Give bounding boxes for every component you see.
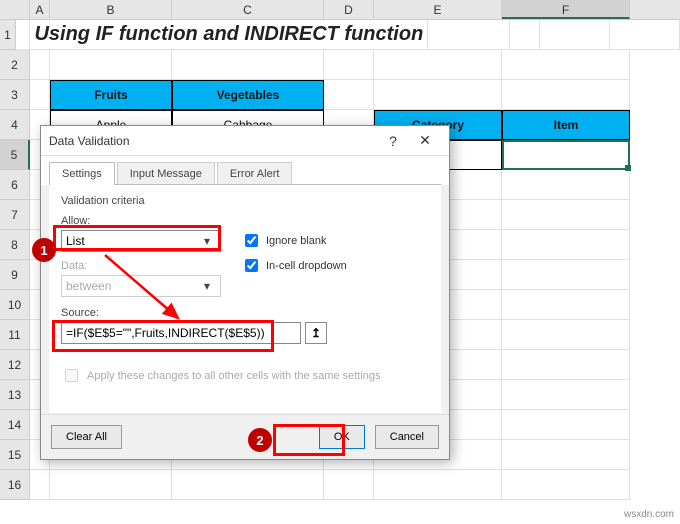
apply-all-checkbox <box>65 369 78 382</box>
cancel-button[interactable]: Cancel <box>375 425 439 449</box>
chevron-down-icon: ▾ <box>198 234 216 248</box>
cell-F15[interactable] <box>502 440 630 470</box>
cell-F11[interactable] <box>502 320 630 350</box>
col-header-F[interactable]: F <box>502 0 630 19</box>
cell-B16[interactable] <box>50 470 172 500</box>
data-value: between <box>66 279 111 293</box>
range-picker-icon[interactable]: ↥ <box>305 322 327 344</box>
cell-F10[interactable] <box>502 290 630 320</box>
cell-E2[interactable] <box>374 50 502 80</box>
row: 3 FruitsVegetables <box>0 80 680 110</box>
watermark: wsxdn.com <box>624 509 674 520</box>
annotation-marker-1: 1 <box>32 238 56 262</box>
close-icon[interactable]: ✕ <box>409 129 441 153</box>
row-header[interactable]: 6 <box>0 170 30 200</box>
cell-F2[interactable] <box>502 50 630 80</box>
cell-C16[interactable] <box>172 470 324 500</box>
dialog-title: Data Validation <box>49 134 377 148</box>
row-header[interactable]: 2 <box>0 50 30 80</box>
cell-F14[interactable] <box>502 410 630 440</box>
cell-F7[interactable] <box>502 200 630 230</box>
row: 1 Using IF function and INDIRECT function <box>0 20 680 50</box>
cell-C3[interactable]: Vegetables <box>172 80 324 110</box>
help-icon[interactable]: ? <box>377 129 409 153</box>
dialog-tabs: Settings Input Message Error Alert <box>41 156 449 185</box>
settings-panel: Validation criteria Allow: List ▾ Data: … <box>49 184 441 413</box>
cell-F6[interactable] <box>502 170 630 200</box>
cell-E3[interactable] <box>374 80 502 110</box>
cell-A16[interactable] <box>30 470 50 500</box>
row-header[interactable]: 4 <box>0 110 30 140</box>
row-header[interactable]: 10 <box>0 290 30 320</box>
row-header[interactable]: 8 <box>0 230 30 260</box>
row-header[interactable]: 14 <box>0 410 30 440</box>
dialog-titlebar[interactable]: Data Validation ? ✕ <box>41 126 449 156</box>
cell-A1[interactable] <box>16 20 31 50</box>
annotation-marker-2: 2 <box>248 428 272 452</box>
source-label: Source: <box>61 307 429 319</box>
cell-B1[interactable]: Using IF function and INDIRECT function <box>30 20 428 50</box>
row-header[interactable]: 12 <box>0 350 30 380</box>
row-header[interactable]: 15 <box>0 440 30 470</box>
data-label: Data: <box>61 260 221 272</box>
cell-F5[interactable] <box>502 140 630 170</box>
cell-B2[interactable] <box>50 50 172 80</box>
row: 16 <box>0 470 680 500</box>
row-header[interactable]: 11 <box>0 320 30 350</box>
cell-A3[interactable] <box>30 80 50 110</box>
cell-E1[interactable] <box>540 20 610 50</box>
col-header-B[interactable]: B <box>50 0 172 19</box>
select-all-corner[interactable] <box>0 0 30 19</box>
col-header-D[interactable]: D <box>324 0 374 19</box>
cell-D1[interactable] <box>510 20 540 50</box>
row-header[interactable]: 13 <box>0 380 30 410</box>
tab-error-alert[interactable]: Error Alert <box>217 162 293 185</box>
cell-D2[interactable] <box>324 50 374 80</box>
tab-input-message[interactable]: Input Message <box>117 162 215 185</box>
cell-E16[interactable] <box>374 470 502 500</box>
row: 2 <box>0 50 680 80</box>
chevron-down-icon: ▾ <box>198 279 216 293</box>
clear-all-button[interactable]: Clear All <box>51 425 122 449</box>
allow-label: Allow: <box>61 215 221 227</box>
source-input[interactable]: =IF($E$5="",Fruits,INDIRECT($E$5)) <box>61 322 301 344</box>
row-header[interactable]: 16 <box>0 470 30 500</box>
column-headers: A B C D E F <box>0 0 680 20</box>
col-header-E[interactable]: E <box>374 0 502 19</box>
cell-F1[interactable] <box>610 20 680 50</box>
cell-D16[interactable] <box>324 470 374 500</box>
allow-value: List <box>66 234 85 248</box>
cell-F13[interactable] <box>502 380 630 410</box>
tab-settings[interactable]: Settings <box>49 162 115 185</box>
ignore-blank-checkbox[interactable]: Ignore blank <box>241 231 347 250</box>
data-validation-dialog: Data Validation ? ✕ Settings Input Messa… <box>40 125 450 460</box>
dialog-buttons: Clear All OK Cancel <box>41 414 449 459</box>
ok-button[interactable]: OK <box>319 425 365 449</box>
incell-dropdown-checkbox[interactable]: In-cell dropdown <box>241 256 347 275</box>
cell-A2[interactable] <box>30 50 50 80</box>
cell-B3[interactable]: Fruits <box>50 80 172 110</box>
data-select: between ▾ <box>61 275 221 297</box>
row-header[interactable]: 9 <box>0 260 30 290</box>
col-header-A[interactable]: A <box>30 0 50 19</box>
criteria-label: Validation criteria <box>61 195 429 207</box>
cell-F16[interactable] <box>502 470 630 500</box>
cell-C2[interactable] <box>172 50 324 80</box>
row-header[interactable]: 3 <box>0 80 30 110</box>
cell-F3[interactable] <box>502 80 630 110</box>
col-header-C[interactable]: C <box>172 0 324 19</box>
cell-D3[interactable] <box>324 80 374 110</box>
cell-F9[interactable] <box>502 260 630 290</box>
row-header[interactable]: 5 <box>0 140 30 170</box>
cell-F8[interactable] <box>502 230 630 260</box>
allow-select[interactable]: List ▾ <box>61 230 221 252</box>
row-header[interactable]: 7 <box>0 200 30 230</box>
cell-C1[interactable] <box>428 20 510 50</box>
row-header[interactable]: 1 <box>0 20 16 50</box>
cell-F12[interactable] <box>502 350 630 380</box>
apply-all-label: Apply these changes to all other cells w… <box>87 370 381 382</box>
cell-F4[interactable]: Item <box>502 110 630 140</box>
